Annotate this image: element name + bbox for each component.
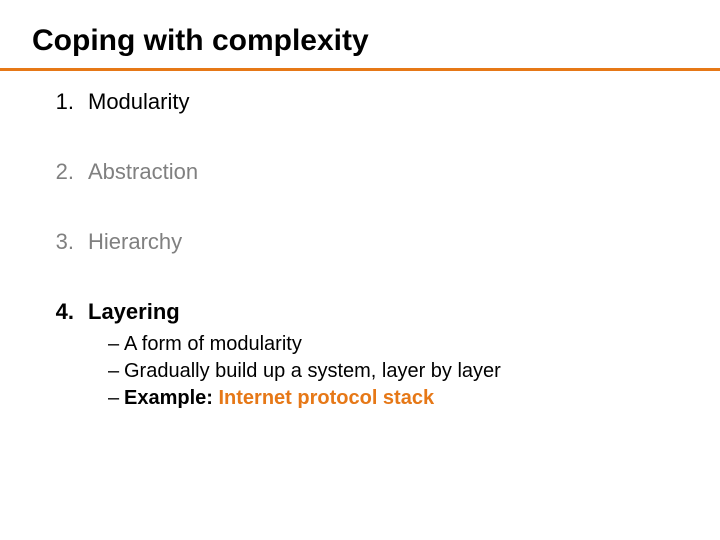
sub-text: Gradually build up a system, layer by la…: [124, 358, 501, 385]
dash-icon: –: [108, 385, 124, 412]
item-number: 2.: [42, 159, 74, 185]
divider: [0, 68, 720, 71]
slide-title: Coping with complexity: [24, 18, 696, 68]
item-number: 1.: [42, 89, 74, 115]
item-label: Layering: [88, 299, 180, 325]
list-item: 4. Layering – A form of modularity – Gra…: [42, 299, 696, 412]
item-label: Modularity: [88, 89, 189, 115]
item-label: Hierarchy: [88, 229, 182, 255]
sub-item: – Example: Internet protocol stack: [108, 385, 696, 412]
list-item: 1. Modularity: [42, 89, 696, 115]
sub-accent: Internet protocol stack: [218, 387, 434, 409]
sub-text: A form of modularity: [124, 331, 302, 358]
main-list: 1. Modularity 2. Abstraction 3. Hierarch…: [24, 89, 696, 412]
list-item: 3. Hierarchy: [42, 229, 696, 255]
sub-prefix: Example:: [124, 387, 218, 409]
sub-text: Example: Internet protocol stack: [124, 385, 434, 412]
dash-icon: –: [108, 331, 124, 358]
list-item: 2. Abstraction: [42, 159, 696, 185]
item-label: Abstraction: [88, 159, 198, 185]
slide: Coping with complexity 1. Modularity 2. …: [0, 0, 720, 540]
sub-item: – A form of modularity: [108, 331, 696, 358]
item-number: 4.: [42, 299, 74, 325]
dash-icon: –: [108, 358, 124, 385]
sub-item: – Gradually build up a system, layer by …: [108, 358, 696, 385]
item-number: 3.: [42, 229, 74, 255]
sub-list: – A form of modularity – Gradually build…: [42, 331, 696, 412]
